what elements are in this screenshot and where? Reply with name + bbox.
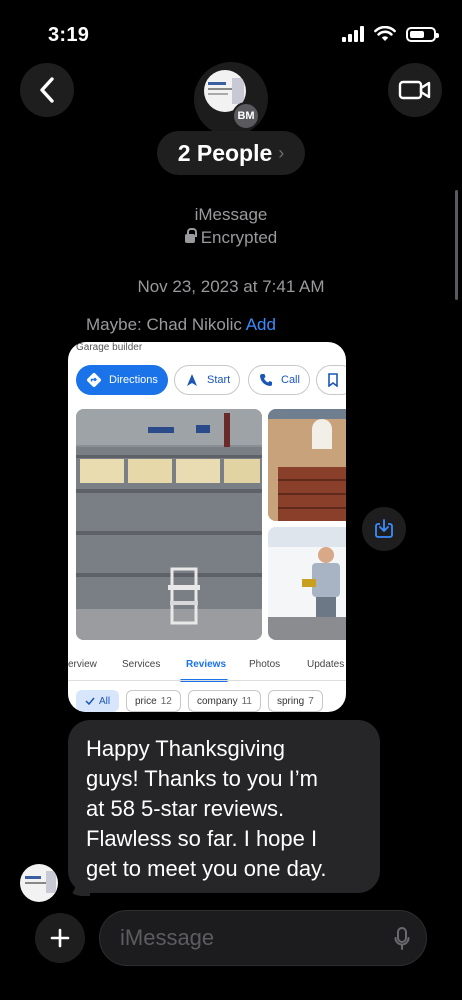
wifi-icon [374,26,396,41]
lock-icon [184,228,197,243]
encryption-status: Encrypted [0,226,462,249]
facetime-video-button[interactable] [388,63,442,117]
message-line: Happy Thanksgiving [86,736,285,761]
filter-count: 12 [160,695,172,707]
message-line: guys! Thanks to you I’m [86,766,318,791]
group-name: 2 People [177,139,273,166]
encryption-label: Encrypted [200,228,278,247]
filter-label: All [99,695,111,707]
message-timestamp: Nov 23, 2023 at 7:41 AM [137,277,325,296]
start-label: Start [207,374,231,386]
phone-icon [260,374,272,386]
contact-suggestion: Maybe: Chad Nikolic Add [86,315,276,335]
apps-plus-button[interactable] [35,913,85,963]
filter-count: 7 [308,695,314,707]
status-time: 3:19 [48,24,90,46]
initials-avatar: BM [232,102,260,130]
cellular-signal-icon [342,26,364,42]
sender-avatar[interactable] [20,864,58,902]
message-line: at 58 5-star reviews. [86,796,285,821]
tab-services: Services [122,659,161,670]
navigation-arrow-icon [187,374,197,386]
filter-all: All [76,690,120,712]
group-avatar[interactable]: BM [194,62,268,136]
place-tabs: erview Services Reviews Photos Updates [68,657,346,682]
add-contact-link[interactable]: Add [246,315,276,334]
filter-spring: spring 7 [268,690,323,712]
directions-chip: Directions [76,365,168,395]
save-image-button[interactable] [362,507,406,551]
tab-updates: Updates [307,659,345,670]
tab-reviews: Reviews [186,659,227,670]
microphone-icon[interactable] [394,926,410,952]
directions-label: Directions [109,374,158,386]
message-bubble[interactable]: Happy Thanksgiving guys! Thanks to you I… [68,720,380,893]
message-input-field[interactable] [99,910,427,966]
filter-company: company 11 [188,690,261,712]
house-exterior-photo [268,409,346,521]
scrollbar[interactable] [455,190,458,300]
back-button[interactable] [20,63,74,117]
filter-price: price 12 [126,690,181,712]
save-chip [316,365,346,395]
suggestion-text: Maybe: Chad Nikolic [86,315,242,334]
technician-photo [268,527,346,640]
chevron-right-icon: › [278,142,285,163]
filter-label: spring [277,695,305,707]
start-chip: Start [174,365,240,395]
call-chip: Call [248,365,310,395]
tab-divider [68,680,346,681]
business-category: Garage builder [76,342,143,353]
directions-icon [87,373,101,387]
filter-label: company [197,695,238,707]
tab-photos: Photos [249,659,281,670]
service-info: iMessage Encrypted [0,203,462,249]
video-camera-icon [398,80,431,100]
download-icon [375,519,393,538]
tab-overview: erview [68,659,97,670]
filter-count: 11 [241,695,252,707]
checkmark-icon [85,697,95,705]
message-line: get to meet you one day. [86,856,327,881]
bookmark-icon [328,373,338,387]
shared-image-attachment[interactable]: Garage builder Directions Start Call erv… [68,342,346,712]
filter-label: price [135,695,157,707]
chevron-left-icon [40,77,54,103]
group-name-button[interactable]: 2 People › [157,131,305,175]
service-name: iMessage [194,205,268,224]
message-line: Flawless so far. I hope I [86,826,318,851]
message-input[interactable] [120,925,360,951]
garage-door-photo [76,409,262,640]
call-label: Call [281,374,300,386]
plus-icon [50,928,70,948]
battery-icon [406,26,439,42]
status-icons [342,26,439,42]
